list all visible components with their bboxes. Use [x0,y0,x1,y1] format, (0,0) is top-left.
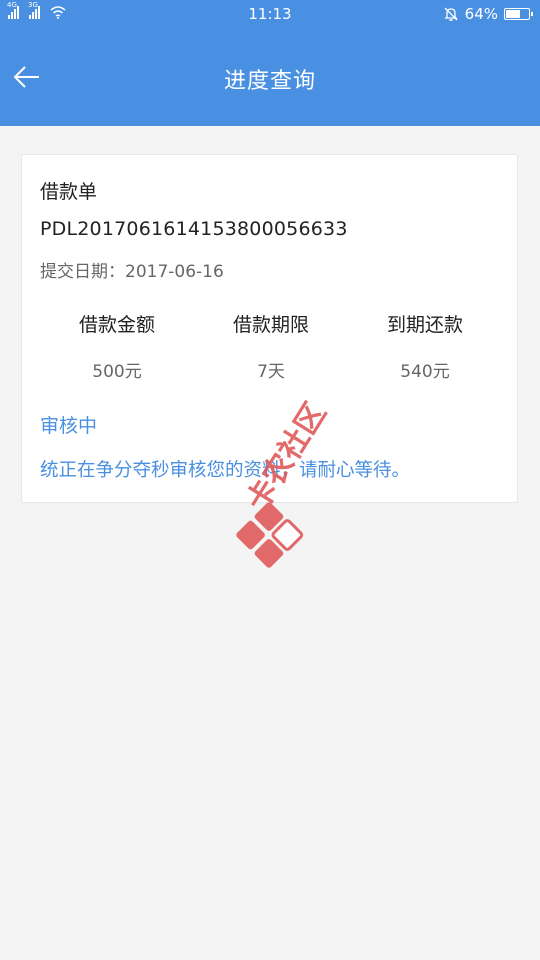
repayment-label: 到期还款 [386,314,463,336]
loan-order-card: 借款单 PDL20170616141538000566​33 提交日期：2017… [21,154,518,503]
repayment-value: 540元 [400,362,450,382]
card-title: 借款单 [40,181,98,203]
status-message: 统正在争分夺秒审核您的资料，请耐心等待。 [40,460,411,481]
repayment-column: 到期还款 540元 [350,310,500,382]
battery-percent: 64% [464,5,498,23]
status-bar: 4G 3G 11:13 64% [0,0,540,28]
order-number: PDL20170616141538000566​33 [40,218,348,240]
loan-term-column: 借款期限 7天 [196,310,346,382]
page-title: 进度查询 [223,69,316,94]
app-header: 4G 3G 11:13 64% 进度查询 [0,0,540,126]
bell-off-icon [444,7,458,21]
loan-amount-value: 500元 [92,362,142,382]
loan-term-label: 借款期限 [232,314,309,336]
status-badge: 审核中 [40,415,98,437]
submit-date: 提交日期：2017-06-16 [40,262,224,282]
battery-icon [504,8,533,20]
status-icons-right: 64% [443,5,533,23]
loan-amount-label: 借款金额 [78,314,155,336]
loan-amount-column: 借款金额 500元 [42,310,192,382]
loan-term-value: 7天 [257,362,285,382]
